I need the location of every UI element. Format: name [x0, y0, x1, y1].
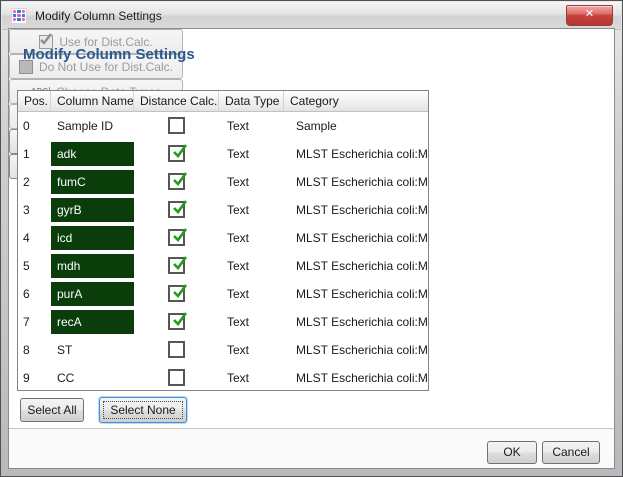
- column-name-cell[interactable]: mdh: [51, 254, 134, 278]
- table-row[interactable]: 5 mdh Text MLST Escherichia coli:MLST: [18, 252, 428, 280]
- row-data-type: Text: [219, 224, 284, 252]
- table-row[interactable]: 9 CC Text MLST Escherichia coli:MLST: [18, 364, 428, 391]
- dialog-content: Modify Column Settings Pos. Column Name …: [8, 28, 615, 469]
- header-pos[interactable]: Pos.: [18, 91, 51, 111]
- table-row[interactable]: 3 gyrB Text MLST Escherichia coli:MLST: [18, 196, 428, 224]
- columns-table: Pos. Column Name Distance Calc. Data Typ…: [17, 90, 429, 391]
- header-column-name[interactable]: Column Name: [51, 91, 134, 111]
- distance-calc-checkbox[interactable]: [168, 313, 185, 330]
- window-title: Modify Column Settings: [35, 9, 162, 23]
- column-name-cell[interactable]: gyrB: [51, 198, 134, 222]
- page-title: Modify Column Settings: [23, 46, 195, 63]
- row-category: MLST Escherichia coli:MLST: [284, 196, 428, 224]
- row-category: MLST Escherichia coli:MLST: [284, 140, 428, 168]
- distance-calc-checkbox[interactable]: [168, 117, 185, 134]
- distance-calc-checkbox[interactable]: [168, 257, 185, 274]
- checkmark-icon: [170, 226, 188, 244]
- row-data-type: Text: [219, 308, 284, 336]
- table-row[interactable]: 2 fumC Text MLST Escherichia coli:MLST: [18, 168, 428, 196]
- row-category: MLST Escherichia coli:MLST: [284, 280, 428, 308]
- row-data-type: Text: [219, 336, 284, 364]
- row-pos: 4: [18, 224, 51, 252]
- column-name-cell[interactable]: recA: [51, 310, 134, 334]
- table-row[interactable]: 7 recA Text MLST Escherichia coli:MLST: [18, 308, 428, 336]
- column-name-cell[interactable]: CC: [51, 366, 134, 390]
- table-row[interactable]: 6 purA Text MLST Escherichia coli:MLST: [18, 280, 428, 308]
- table-header-row: Pos. Column Name Distance Calc. Data Typ…: [18, 91, 428, 112]
- column-name-cell[interactable]: ST: [51, 338, 134, 362]
- distance-calc-checkbox[interactable]: [168, 229, 185, 246]
- table-row[interactable]: 4 icd Text MLST Escherichia coli:MLST: [18, 224, 428, 252]
- cancel-button[interactable]: Cancel: [542, 441, 600, 464]
- column-name-cell[interactable]: adk: [51, 142, 134, 166]
- distance-calc-checkbox[interactable]: [168, 285, 185, 302]
- close-icon[interactable]: ✕: [566, 5, 613, 26]
- row-pos: 6: [18, 280, 51, 308]
- distance-calc-checkbox[interactable]: [168, 341, 185, 358]
- header-data-type[interactable]: Data Type: [219, 91, 284, 111]
- column-name-cell[interactable]: Sample ID: [51, 114, 134, 138]
- checkmark-icon: [170, 170, 188, 188]
- row-data-type: Text: [219, 112, 284, 140]
- app-icon: [11, 8, 27, 24]
- header-distance-calc[interactable]: Distance Calc.: [134, 91, 219, 111]
- row-pos: 0: [18, 112, 51, 140]
- checkmark-icon: [170, 142, 188, 160]
- row-data-type: Text: [219, 140, 284, 168]
- row-category: MLST Escherichia coli:MLST: [284, 252, 428, 280]
- row-pos: 7: [18, 308, 51, 336]
- checkmark-icon: [170, 198, 188, 216]
- table-row[interactable]: 1 adk Text MLST Escherichia coli:MLST: [18, 140, 428, 168]
- distance-calc-checkbox[interactable]: [168, 145, 185, 162]
- ok-button[interactable]: OK: [487, 441, 537, 464]
- table-body: 0 Sample ID Text Sample 1 adk Text: [18, 112, 428, 391]
- select-all-button[interactable]: Select All: [20, 398, 84, 422]
- row-pos: 1: [18, 140, 51, 168]
- row-category: MLST Escherichia coli:MLST: [284, 168, 428, 196]
- checkmark-icon: [170, 254, 188, 272]
- row-pos: 3: [18, 196, 51, 224]
- select-none-button[interactable]: Select None: [99, 397, 187, 423]
- column-name-cell[interactable]: icd: [51, 226, 134, 250]
- checkmark-icon: [170, 282, 188, 300]
- header-category[interactable]: Category: [284, 91, 428, 111]
- table-row[interactable]: 0 Sample ID Text Sample: [18, 112, 428, 140]
- row-data-type: Text: [219, 196, 284, 224]
- row-pos: 8: [18, 336, 51, 364]
- row-category: MLST Escherichia coli:MLST: [284, 364, 428, 391]
- row-pos: 5: [18, 252, 51, 280]
- distance-calc-checkbox[interactable]: [168, 173, 185, 190]
- row-data-type: Text: [219, 252, 284, 280]
- table-row[interactable]: 8 ST Text MLST Escherichia coli:MLST: [18, 336, 428, 364]
- column-name-cell[interactable]: purA: [51, 282, 134, 306]
- row-pos: 2: [18, 168, 51, 196]
- checked-checkbox-icon: [39, 35, 53, 49]
- modify-column-settings-dialog: Modify Column Settings ✕ Modify Column S…: [0, 0, 623, 477]
- row-category: MLST Escherichia coli:MLST: [284, 336, 428, 364]
- row-pos: 9: [18, 364, 51, 391]
- distance-calc-checkbox[interactable]: [168, 369, 185, 386]
- row-data-type: Text: [219, 168, 284, 196]
- row-category: MLST Escherichia coli:MLST: [284, 308, 428, 336]
- row-data-type: Text: [219, 280, 284, 308]
- row-category: Sample: [284, 112, 428, 140]
- title-bar[interactable]: Modify Column Settings ✕: [2, 2, 621, 30]
- row-category: MLST Escherichia coli:MLST: [284, 224, 428, 252]
- row-data-type: Text: [219, 364, 284, 391]
- checkmark-icon: [170, 310, 188, 328]
- column-name-cell[interactable]: fumC: [51, 170, 134, 194]
- distance-calc-checkbox[interactable]: [168, 201, 185, 218]
